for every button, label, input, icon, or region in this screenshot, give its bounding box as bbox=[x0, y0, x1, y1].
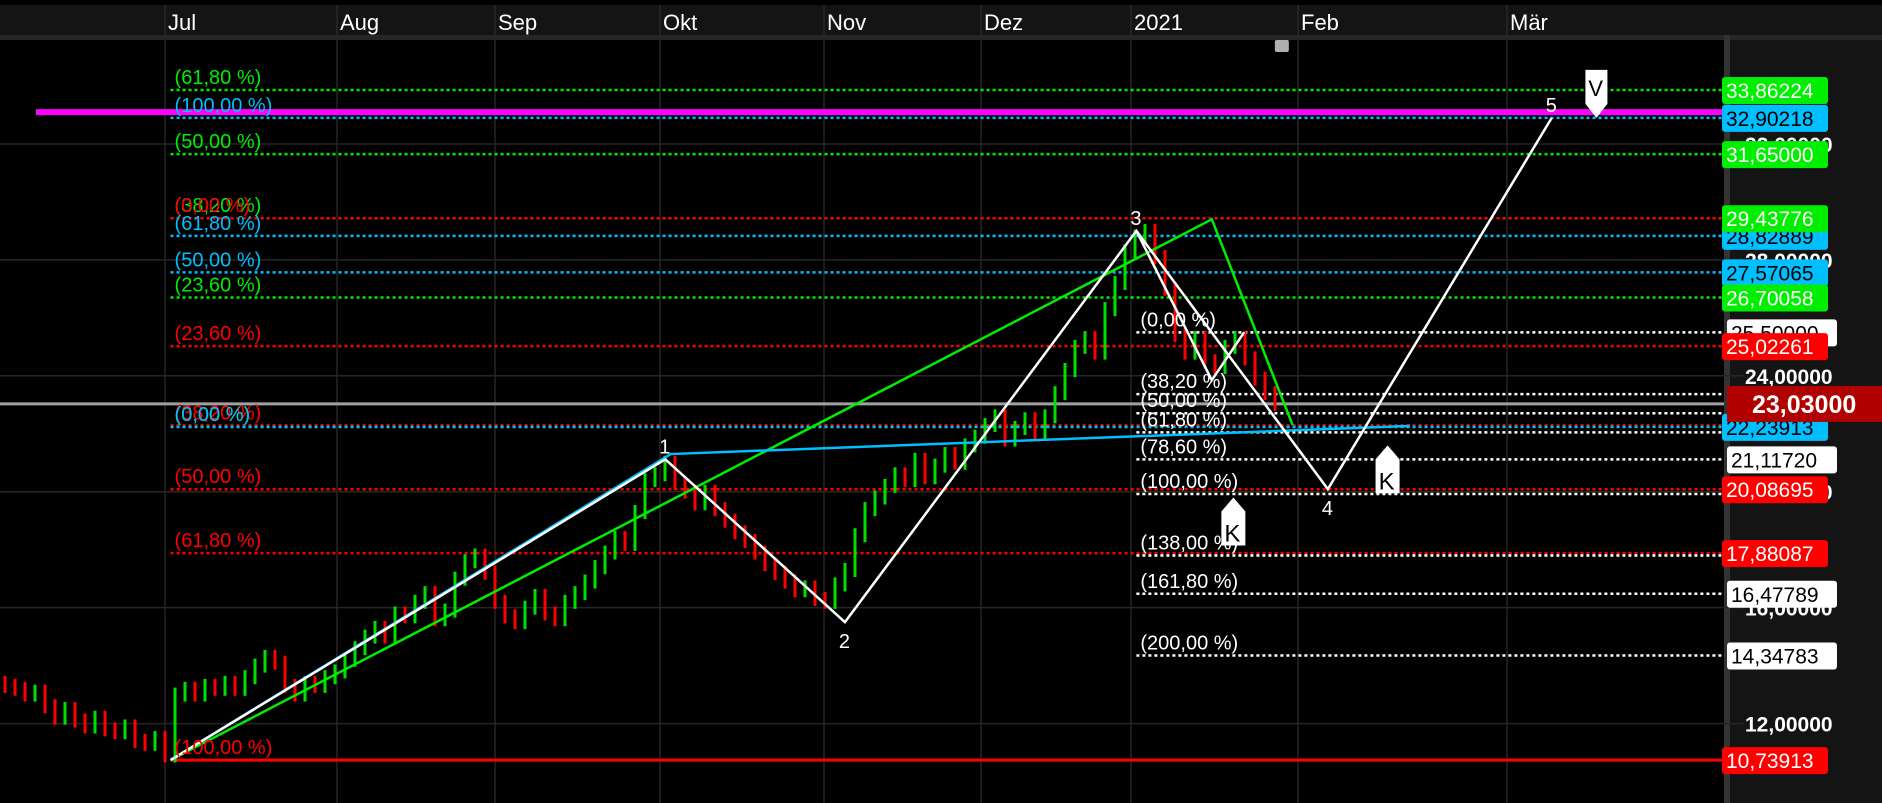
price-axis-label: 20,08695 bbox=[1726, 479, 1814, 502]
wave-label: 4 bbox=[1322, 498, 1333, 520]
current-price-label: 23,03000 bbox=[1752, 391, 1856, 419]
x-tick-label: Feb bbox=[1301, 10, 1339, 35]
chart-background bbox=[0, 0, 1882, 803]
x-tick-label: Mär bbox=[1510, 10, 1548, 35]
wave-label: 3 bbox=[1130, 208, 1141, 230]
fib-level-label: (61,80 %) bbox=[1140, 409, 1227, 431]
time-axis-panel bbox=[0, 5, 1882, 35]
fib-level-label: (50,00 %) bbox=[175, 466, 262, 488]
price-axis-label: 14,34783 bbox=[1731, 646, 1819, 669]
fib-level-label: (50,00 %) bbox=[175, 249, 262, 271]
fib-level-label: (61,80 %) bbox=[175, 213, 262, 235]
price-axis-label: 25,02261 bbox=[1726, 336, 1814, 359]
price-axis-label: 32,90218 bbox=[1726, 108, 1814, 131]
x-tick-label: Sep bbox=[498, 10, 537, 35]
time-axis-divider bbox=[0, 35, 1882, 40]
wave-label: 5 bbox=[1546, 95, 1557, 117]
fib-level-label: (78,60 %) bbox=[1140, 436, 1227, 458]
navigation-marker-icon bbox=[1274, 40, 1289, 52]
price-axis-label: 16,47789 bbox=[1731, 584, 1819, 607]
price-axis-label: 10,73913 bbox=[1726, 750, 1814, 773]
price-chart[interactable]: Jul Aug Sep Okt Nov Dez 2021 Feb Mär12,0000016,0… bbox=[0, 0, 1882, 803]
fib-level-label: (61,80 %) bbox=[175, 67, 262, 89]
price-axis-label: 33,86224 bbox=[1726, 80, 1814, 103]
price-axis-label: 17,88087 bbox=[1726, 543, 1814, 566]
y-tick-label: 12,00000 bbox=[1745, 714, 1833, 737]
y-tick-label: 24,00000 bbox=[1745, 366, 1833, 389]
marker-label: K bbox=[1379, 468, 1395, 495]
fib-level-label: (0,00 %) bbox=[1140, 309, 1216, 331]
fib-level-label: (50,00 %) bbox=[175, 131, 262, 153]
wave-label: 1 bbox=[659, 436, 670, 458]
marker-label: V bbox=[1588, 76, 1603, 101]
x-tick-label: Okt bbox=[663, 10, 697, 35]
price-axis-label: 31,65000 bbox=[1726, 144, 1814, 167]
fib-level-label: (100,00 %) bbox=[1140, 471, 1238, 493]
x-tick-label: 2021 bbox=[1134, 10, 1183, 35]
marker-label: K bbox=[1224, 521, 1240, 548]
x-tick-label: Aug bbox=[340, 10, 379, 35]
fib-level-label: (23,60 %) bbox=[175, 275, 262, 297]
fib-level-label: (0,00 %) bbox=[175, 404, 251, 426]
fib-level-label: (100,00 %) bbox=[175, 737, 273, 759]
x-tick-label: Dez bbox=[984, 10, 1023, 35]
price-axis-label: 29,43776 bbox=[1726, 208, 1814, 231]
wave-label: 2 bbox=[839, 631, 850, 653]
price-axis-label: 21,11720 bbox=[1731, 449, 1817, 472]
x-tick-label: Jul bbox=[168, 10, 196, 35]
fib-level-label: (23,60 %) bbox=[175, 323, 262, 345]
fib-level-label: (200,00 %) bbox=[1140, 633, 1238, 655]
fib-level-label: (100,00 %) bbox=[175, 95, 273, 117]
price-axis-label: 27,57065 bbox=[1726, 262, 1814, 285]
x-tick-label: Nov bbox=[827, 10, 866, 35]
fib-level-label: (61,80 %) bbox=[175, 530, 262, 552]
fib-level-label: (161,80 %) bbox=[1140, 571, 1238, 593]
price-axis-label: 26,70058 bbox=[1726, 288, 1814, 311]
